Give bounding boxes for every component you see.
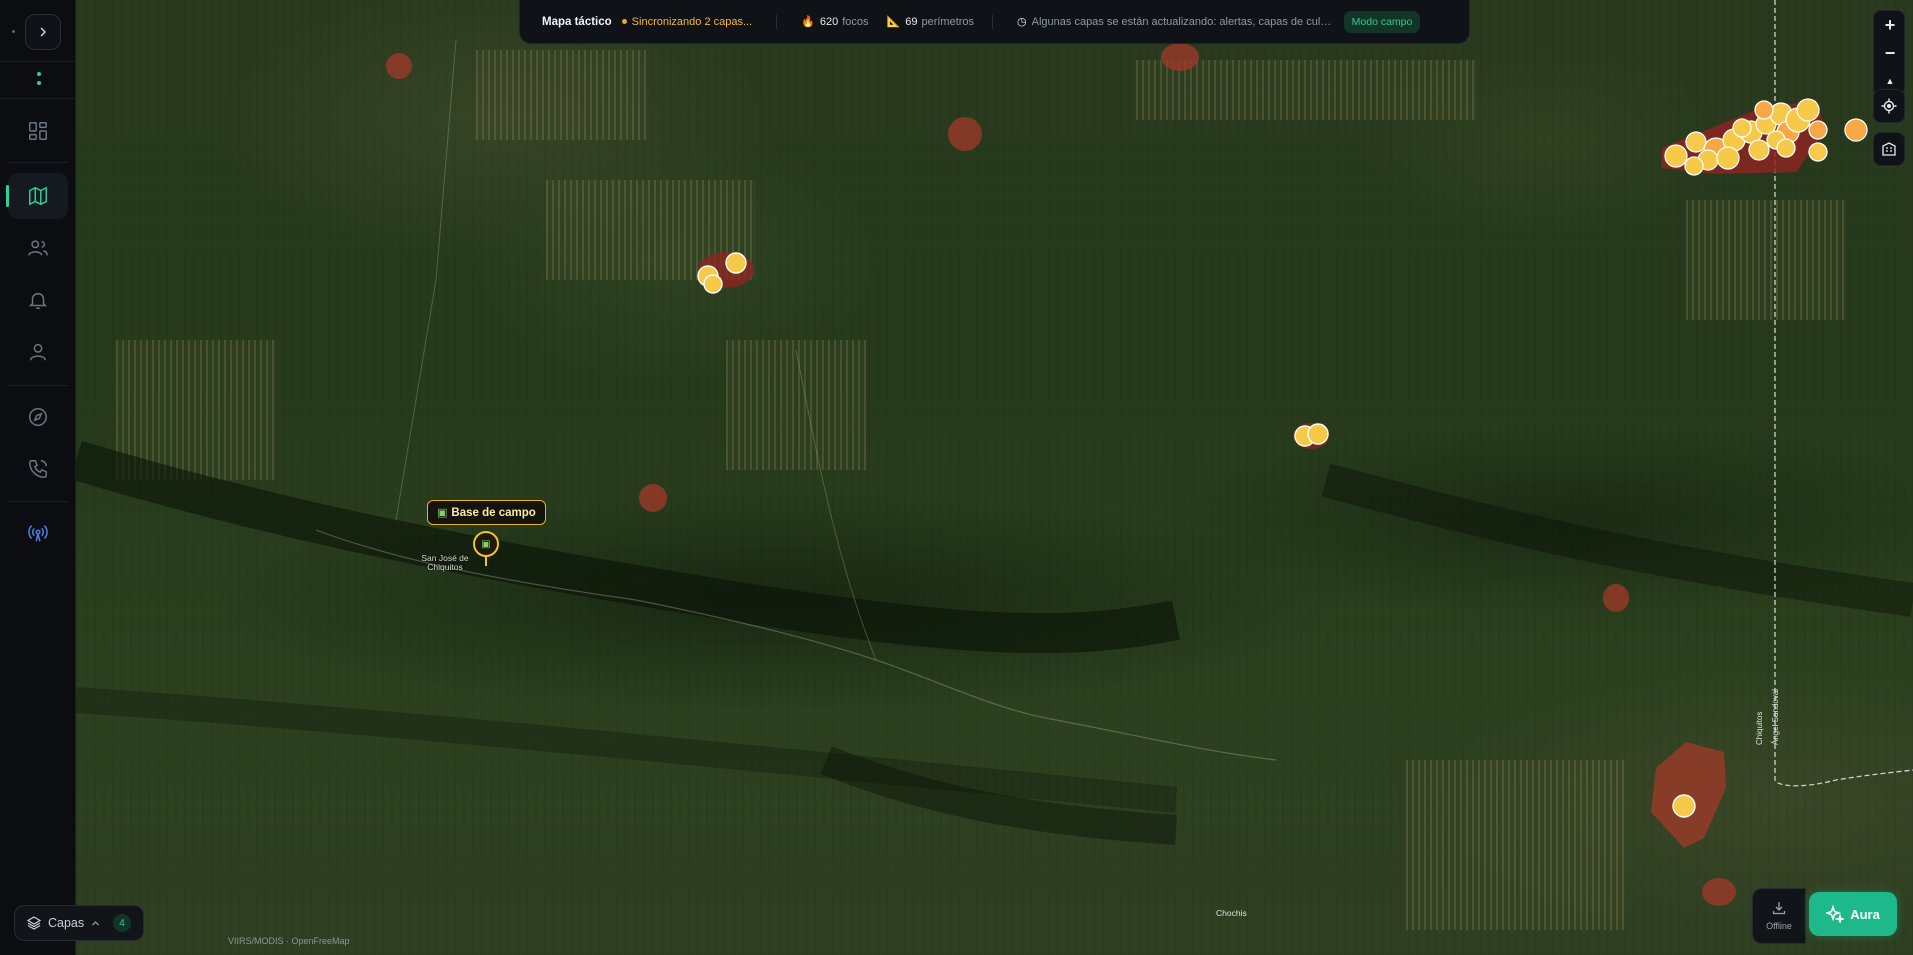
nav-team[interactable]	[8, 225, 68, 271]
layers-icon	[27, 916, 41, 930]
fire-perimeter	[1603, 584, 1629, 612]
sidebar	[0, 0, 76, 955]
layers-button[interactable]: Capas 4	[14, 905, 144, 941]
sync-indicator	[621, 19, 627, 24]
base-marker[interactable]: ▣	[473, 531, 499, 557]
user-icon	[29, 343, 47, 361]
nav-alerts[interactable]	[8, 277, 68, 323]
base-label[interactable]: ▣ Base de campo	[427, 500, 546, 525]
sidebar-header	[0, 0, 76, 62]
ridge-shadow	[76, 687, 1178, 813]
zoom-out-button[interactable]: −	[1874, 39, 1906, 67]
map-icon	[29, 186, 47, 206]
road-label: Chiquitos	[1755, 712, 1764, 745]
chevron-up-icon	[92, 920, 100, 925]
bell-icon	[28, 292, 48, 309]
fire-perimeter	[1702, 878, 1736, 906]
base-marker-stem	[485, 557, 487, 566]
map-attribution: VIIRS/MODIS · OpenFreeMap	[228, 936, 350, 946]
update-message: Algunas capas se están actualizando: ale…	[1031, 15, 1332, 28]
page-title: Mapa táctico	[542, 15, 612, 28]
tractor-icon: ▣	[481, 538, 491, 550]
fires-label: focos	[842, 15, 869, 28]
sidebar-handle-dot	[12, 30, 15, 33]
offline-label: Offline	[1766, 921, 1792, 931]
perimeters-label: perímetros	[921, 15, 975, 28]
nav-dashboard[interactable]	[8, 108, 68, 154]
fires-count: 620	[819, 15, 839, 28]
perimeters-count: 69	[905, 15, 918, 28]
phone-icon	[29, 460, 47, 478]
sparkles-icon	[1826, 905, 1845, 923]
nav-map[interactable]	[6, 173, 68, 219]
nav-explore[interactable]	[8, 394, 68, 440]
layers-count-badge: 4	[113, 914, 131, 932]
map-overlay: Chiquitos Ángel Sandoval Chochis	[76, 0, 1913, 918]
nav-radio[interactable]	[8, 510, 68, 556]
users-icon	[28, 240, 48, 256]
aura-assistant-button[interactable]: Aura	[1809, 892, 1897, 936]
crosshair-icon	[1881, 98, 1897, 114]
fire-perimeter	[639, 484, 667, 512]
sync-status: Sincronizando 2 capas...	[631, 15, 753, 28]
zoom-in-button[interactable]: +	[1874, 11, 1906, 39]
buildings-button[interactable]	[1873, 132, 1905, 166]
building-icon	[1882, 142, 1896, 156]
grid-icon	[29, 122, 47, 140]
fire-perimeter	[1651, 742, 1726, 848]
town-label: San José de Chiquitos	[421, 553, 469, 572]
expand-sidebar-button[interactable]	[25, 14, 61, 50]
clock-icon: ◷	[1017, 16, 1027, 28]
zoom-controls: + − ▲	[1873, 10, 1905, 96]
connection-status-indicator	[36, 72, 42, 90]
nav-calls[interactable]	[8, 446, 68, 492]
fire-perimeter	[386, 53, 412, 79]
aura-label: Aura	[1850, 906, 1880, 922]
compass-icon	[29, 408, 47, 426]
nav-profile[interactable]	[8, 329, 68, 375]
ridge-shadow	[1321, 463, 1913, 617]
base-label-text: Base de campo	[451, 506, 536, 519]
road-label: Ángel Sandoval	[1771, 689, 1780, 745]
ridge-shadow	[76, 440, 1180, 654]
town-label: Chochis	[1216, 908, 1247, 918]
chevron-right-icon	[40, 27, 47, 37]
tractor-icon: ▣	[437, 507, 448, 519]
ruler-icon: 📐	[886, 16, 901, 28]
fire-perimeter	[1161, 43, 1199, 71]
tactical-map[interactable]: Chiquitos Ángel Sandoval Chochis San Jos…	[76, 0, 1913, 955]
status-bar: Mapa táctico Sincronizando 2 capas... 🔥 …	[519, 0, 1470, 44]
field-mode-badge[interactable]: Modo campo	[1343, 10, 1421, 33]
download-icon	[1772, 902, 1786, 915]
locate-me-button[interactable]	[1873, 89, 1905, 123]
offline-button[interactable]: Offline	[1752, 888, 1806, 944]
fire-icon: 🔥	[801, 16, 815, 28]
fire-perimeter	[948, 117, 982, 151]
layers-label: Capas	[48, 916, 85, 930]
broadcast-icon	[28, 525, 48, 542]
road	[395, 39, 457, 521]
